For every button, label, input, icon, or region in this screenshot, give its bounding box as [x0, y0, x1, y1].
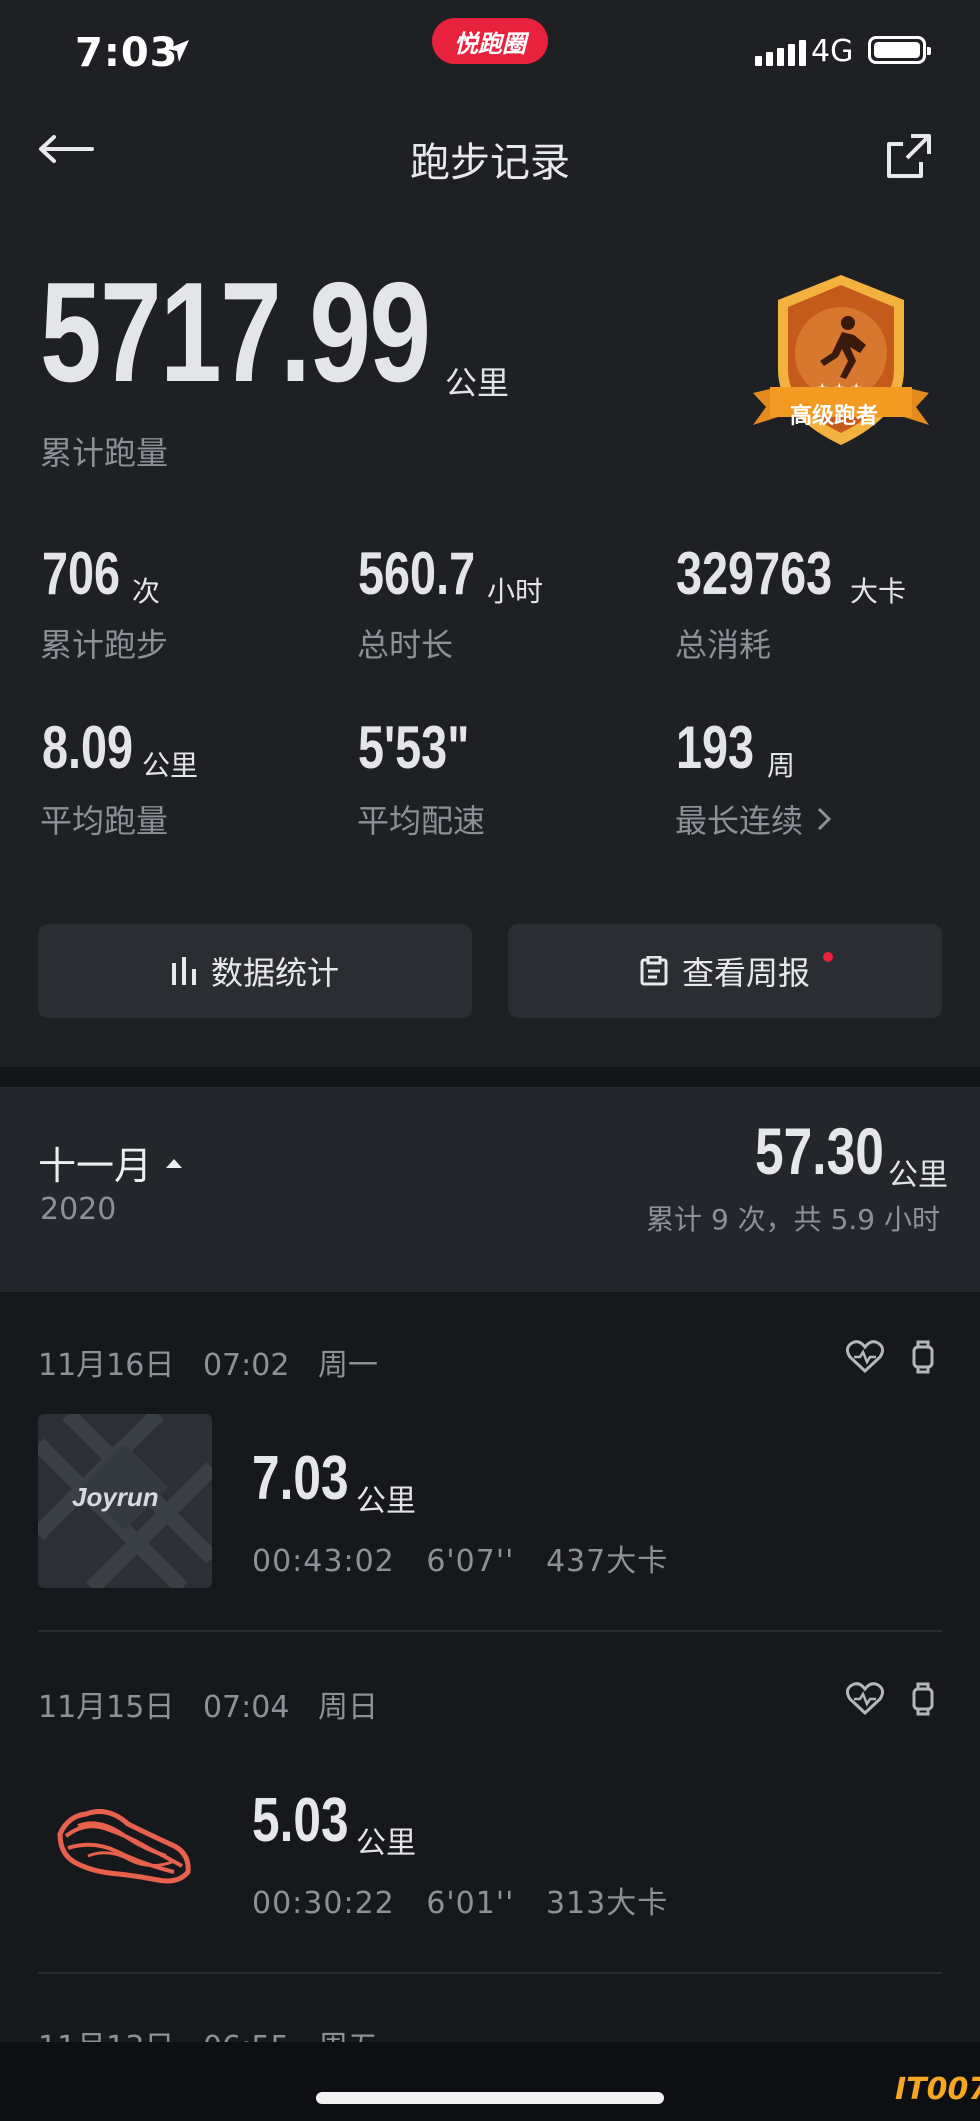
weekly-report-label: 查看周报 — [681, 954, 810, 992]
home-indicator[interactable] — [316, 2092, 664, 2104]
month-year: 2020 — [40, 1192, 117, 1227]
watch-icon — [912, 1682, 934, 1720]
joyrun-thumbnail[interactable]: Joyrun — [38, 1414, 212, 1588]
chevron-right-icon — [817, 807, 832, 831]
run-count-value: 706 — [42, 540, 121, 607]
total-calories-label: 总消耗 — [675, 626, 772, 664]
bar-chart-icon — [171, 957, 196, 985]
section-divider — [0, 1067, 980, 1087]
list-divider — [38, 1972, 942, 1974]
thumbnail-label: Joyrun — [72, 1482, 159, 1512]
total-distance: 5717.99 — [40, 253, 431, 412]
record-date: 11月16日 07:02 周一 — [38, 1348, 379, 1383]
record-distance: 5.03 — [252, 1786, 349, 1855]
run-count-label: 累计跑步 — [40, 626, 169, 664]
caret-up-icon — [166, 1158, 183, 1168]
avg-pace-label: 平均配速 — [357, 802, 486, 840]
heart-rate-icon — [845, 1340, 885, 1378]
notification-dot — [823, 952, 833, 962]
location-arrow-icon — [165, 38, 191, 68]
watermark: IT007 — [895, 2072, 980, 2107]
signal-icon — [755, 40, 806, 66]
longest-streak-unit: 周 — [767, 749, 796, 782]
total-distance-unit: 公里 — [445, 364, 510, 402]
month-selector[interactable]: 十一月 — [38, 1135, 184, 1190]
month-run-summary: 累计 9 次，共 5.9 小时 — [646, 1203, 940, 1236]
total-time-label: 总时长 — [357, 626, 454, 664]
medal-label: 高级跑者 — [790, 404, 879, 429]
total-calories-value: 329763 — [676, 540, 833, 607]
total-distance-label: 累计跑量 — [40, 434, 169, 472]
longest-streak-value: 193 — [676, 714, 755, 781]
share-icon[interactable] — [885, 132, 933, 184]
total-calories-unit: 大卡 — [850, 575, 907, 608]
record-distance: 7.03 — [252, 1444, 349, 1513]
month-distance: 57.30 — [755, 1114, 884, 1188]
record-meta: 00:43:02 6'07'' 437大卡 — [252, 1544, 669, 1579]
total-time-value: 560.7 — [358, 540, 476, 607]
month-name: 十一月 — [38, 1144, 153, 1188]
avg-distance-label: 平均跑量 — [40, 802, 169, 840]
longest-streak-label: 最长连续 — [675, 802, 804, 840]
app-badge[interactable]: 悦跑圈 — [432, 18, 548, 64]
avg-distance-value: 8.09 — [42, 714, 134, 781]
clipboard-icon — [640, 956, 668, 986]
record-distance-unit: 公里 — [356, 1484, 416, 1519]
weekly-report-button[interactable]: 查看周报 — [508, 924, 942, 1018]
senior-runner-medal[interactable]: ★ ★ ★ — [748, 275, 934, 459]
longest-streak-link[interactable]: 最长连续 — [675, 796, 832, 842]
route-thumbnail[interactable] — [38, 1756, 212, 1930]
watch-icon — [912, 1340, 934, 1378]
month-distance-unit: 公里 — [888, 1158, 948, 1193]
run-count-unit: 次 — [132, 575, 161, 608]
record-distance-unit: 公里 — [356, 1826, 416, 1861]
avg-distance-unit: 公里 — [142, 749, 199, 782]
list-divider — [38, 1630, 942, 1632]
data-statistics-label: 数据统计 — [210, 954, 339, 992]
network-type: 4G — [811, 34, 854, 69]
battery-icon — [868, 36, 931, 64]
total-time-unit: 小时 — [487, 575, 544, 608]
page-title: 跑步记录 — [410, 140, 570, 186]
heart-rate-icon — [845, 1682, 885, 1720]
status-time: 7:03 — [75, 30, 179, 76]
record-date: 11月15日 07:04 周日 — [38, 1690, 379, 1725]
avg-pace-value: 5'53" — [358, 714, 470, 781]
record-meta: 00:30:22 6'01'' 313大卡 — [252, 1886, 669, 1921]
data-statistics-button[interactable]: 数据统计 — [38, 924, 472, 1018]
home-bar-area — [0, 2042, 980, 2121]
